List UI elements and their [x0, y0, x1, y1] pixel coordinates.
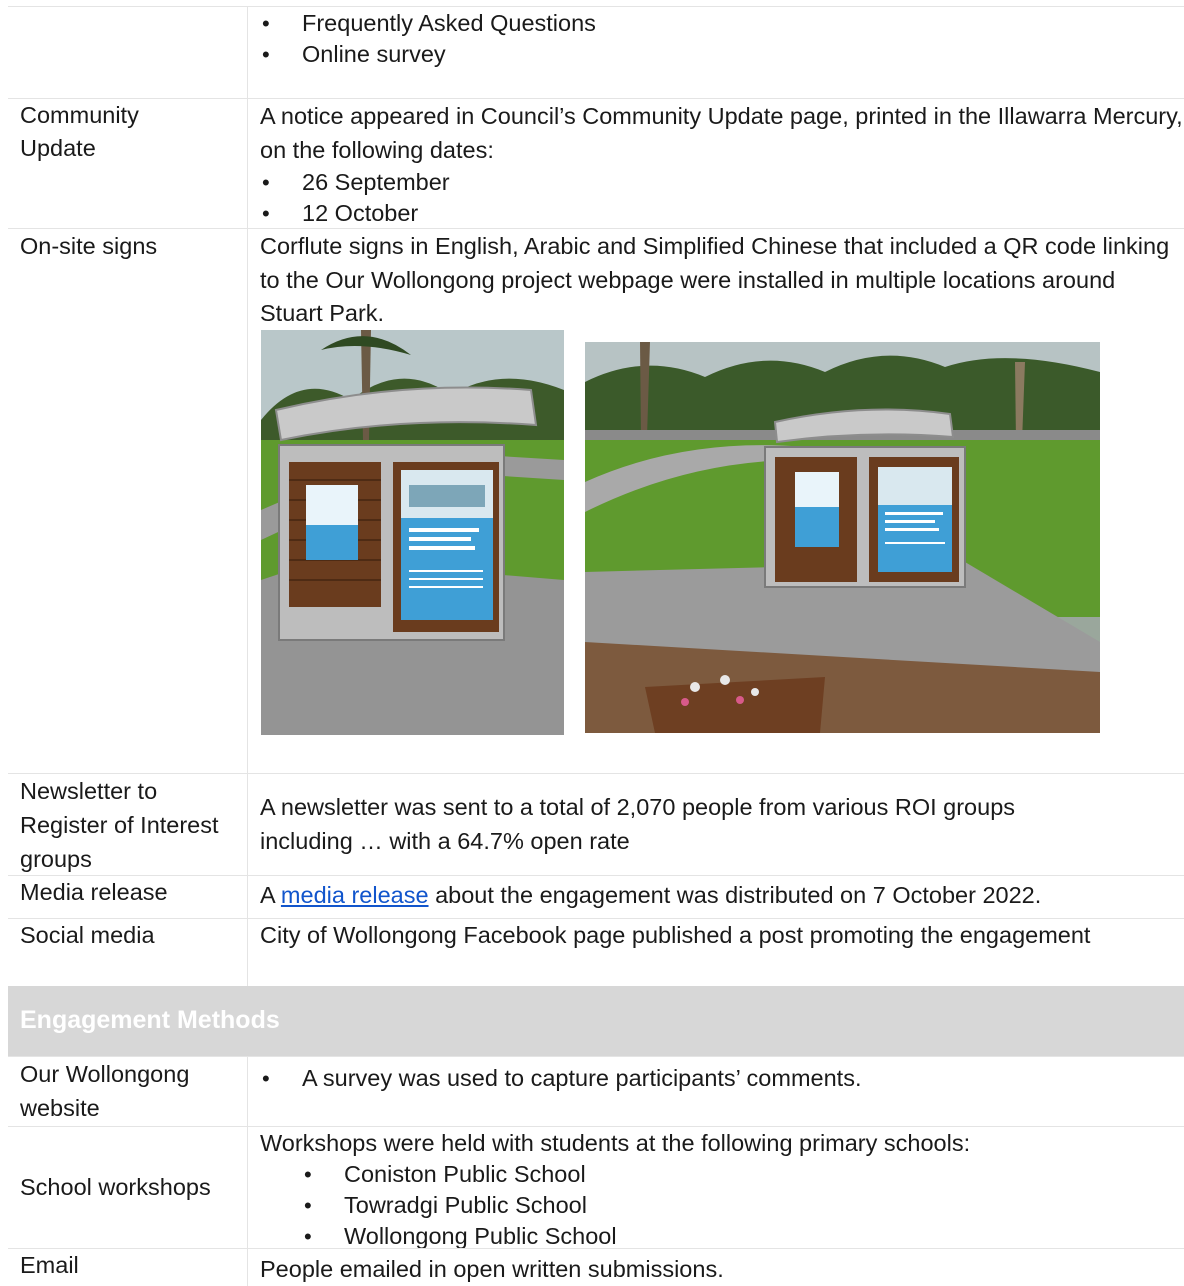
label-cell: Community Update — [8, 99, 248, 228]
label-cell: Our Wollongong website — [8, 1057, 248, 1126]
label-cell: Email — [8, 1249, 248, 1286]
label-cell: Media release — [8, 876, 248, 918]
row-text: Corflute signs in English, Arabic and Si… — [260, 233, 1170, 326]
media-release-link[interactable]: media release — [281, 882, 429, 908]
photo-drawing — [261, 330, 564, 735]
row-newsletter: Newsletter to Register of Interest group… — [8, 773, 1184, 875]
list-item: 26 September — [260, 167, 1184, 198]
top-bullet-list: Frequently Asked Questions Online survey — [260, 8, 1184, 70]
content-cell: People emailed in open written submissio… — [248, 1249, 1184, 1286]
photo-drawing — [585, 342, 1100, 733]
row-media-release: Media release A media release about the … — [8, 875, 1184, 918]
date-list: 26 September 12 October — [260, 167, 1184, 229]
list-item: Coniston Public School — [260, 1159, 1184, 1190]
content-cell: City of Wollongong Facebook page publish… — [248, 919, 1184, 986]
section-heading-engagement-methods: Engagement Methods — [8, 986, 1184, 1056]
row-email: Email People emailed in open written sub… — [8, 1248, 1184, 1286]
row-label: Media release — [20, 879, 168, 905]
school-list: Coniston Public School Towradgi Public S… — [260, 1159, 1184, 1252]
list-item: A survey was used to capture participant… — [260, 1063, 1184, 1094]
row-text: A newsletter was sent to a total of 2,07… — [260, 794, 1016, 854]
row-social-media: Social media City of Wollongong Facebook… — [8, 918, 1184, 986]
content-cell: A survey was used to capture participant… — [248, 1057, 1184, 1126]
content-cell: A newsletter was sent to a total of 2,07… — [248, 774, 1184, 875]
list-item: Frequently Asked Questions — [260, 8, 1184, 39]
label-cell: On-site signs — [8, 229, 248, 773]
label-cell: Social media — [8, 919, 248, 986]
row-label: On-site signs — [20, 233, 158, 259]
list-item: Online survey — [260, 39, 1184, 70]
list-item: Towradgi Public School — [260, 1190, 1184, 1221]
row-text: A notice appeared in Council’s Community… — [260, 103, 1183, 163]
row-text: City of Wollongong Facebook page publish… — [260, 922, 1091, 948]
label-cell — [8, 7, 248, 98]
content-cell: A notice appeared in Council’s Community… — [248, 99, 1184, 229]
row-community-update: Community Update A notice appeared in Co… — [8, 98, 1184, 229]
row-label: Newsletter to Register of Interest group… — [20, 778, 219, 872]
row-label: Email — [20, 1252, 79, 1278]
row-label: Our Wollongong website — [20, 1061, 190, 1121]
content-cell: A media release about the engagement was… — [248, 876, 1184, 918]
website-bullet-list: A survey was used to capture participant… — [260, 1063, 1184, 1094]
row-text: Workshops were held with students at the… — [260, 1130, 971, 1156]
photo-signage-bin-closeup — [261, 330, 564, 735]
row-label: School workshops — [20, 1174, 211, 1200]
row-our-wollongong-website: Our Wollongong website A survey was used… — [8, 1056, 1184, 1126]
label-cell: Newsletter to Register of Interest group… — [8, 774, 248, 875]
row-label: Community Update — [20, 102, 139, 161]
row-school-workshops: School workshops Workshops were held wit… — [8, 1126, 1184, 1252]
photo-signage-bin-wide — [585, 342, 1100, 733]
row-label: Social media — [20, 922, 155, 948]
text-before: A — [260, 882, 275, 908]
row-text: A media release about the engagement was… — [260, 879, 1184, 912]
content-cell: Frequently Asked Questions Online survey — [248, 7, 1184, 98]
text-after: about the engagement was distributed on … — [435, 882, 1042, 908]
label-cell: School workshops — [8, 1127, 248, 1248]
row-text: People emailed in open written submissio… — [260, 1256, 724, 1282]
row-continued: Frequently Asked Questions Online survey — [8, 6, 1184, 98]
content-cell: Workshops were held with students at the… — [248, 1127, 1184, 1252]
list-item: 12 October — [260, 198, 1184, 229]
